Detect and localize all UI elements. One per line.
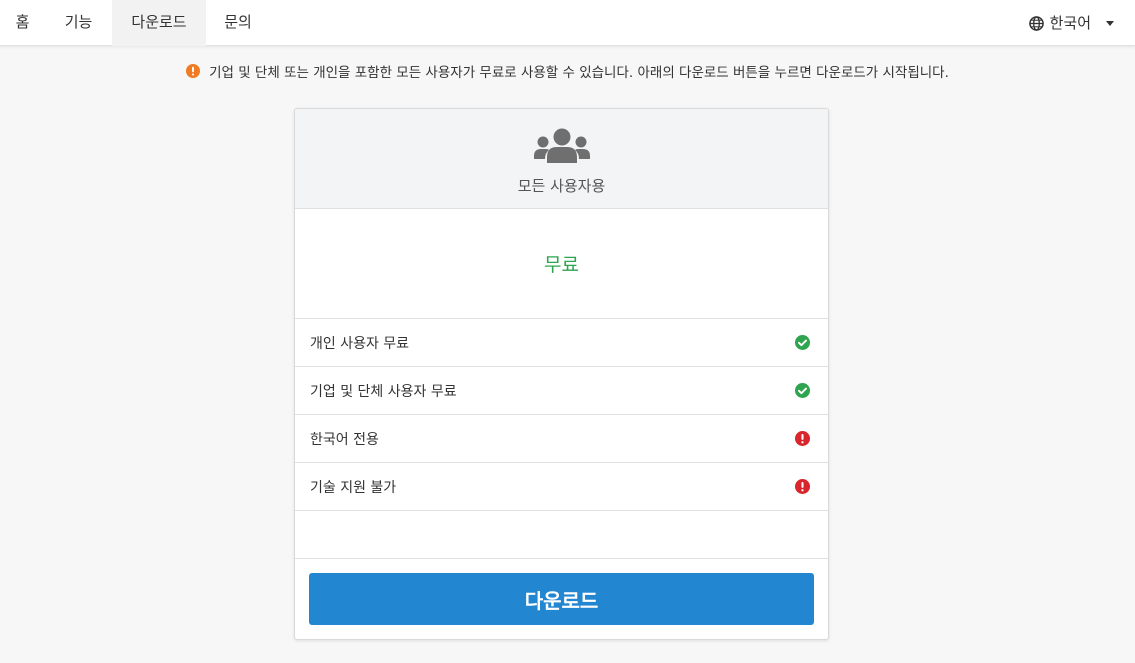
language-label: 한국어 xyxy=(1049,14,1091,32)
plan-title: 모든 사용자용 xyxy=(517,177,606,195)
feature-row: 한국어 전용 xyxy=(295,415,828,463)
exclamation-circle-icon xyxy=(186,64,201,78)
feature-row: 기술 지원 불가 xyxy=(295,463,828,511)
users-icon xyxy=(534,128,590,163)
feature-label: 기술 지원 불가 xyxy=(310,479,397,496)
feature-label: 개인 사용자 무료 xyxy=(310,335,410,352)
feature-label: 기업 및 단체 사용자 무료 xyxy=(310,383,457,400)
check-circle-icon xyxy=(795,335,810,350)
feature-row: 개인 사용자 무료 xyxy=(295,319,828,367)
exclamation-circle-icon xyxy=(795,431,810,446)
check-circle-icon xyxy=(795,383,810,398)
feature-row: 기업 및 단체 사용자 무료 xyxy=(295,367,828,415)
notice-text: 기업 및 단체 또는 개인을 포함한 모든 사용자가 무료로 사용할 수 있습니… xyxy=(209,65,949,81)
caret-down-icon xyxy=(1106,21,1114,26)
download-button[interactable]: 다운로드 xyxy=(309,573,814,625)
nav-item-home[interactable]: 홈 xyxy=(0,0,45,46)
nav-item-contact[interactable]: 문의 xyxy=(206,0,270,46)
language-selector[interactable]: 한국어 xyxy=(1028,0,1115,46)
nav-item-features[interactable]: 기능 xyxy=(45,0,112,46)
globe-icon xyxy=(1028,15,1044,31)
plan-card-header: 모든 사용자용 xyxy=(295,109,828,209)
empty-feature-row xyxy=(295,511,828,559)
plan-price: 무료 xyxy=(295,209,828,319)
top-navigation: 홈 기능 다운로드 문의 한국어 xyxy=(0,0,1135,46)
exclamation-circle-icon xyxy=(795,479,810,494)
feature-label: 한국어 전용 xyxy=(310,431,379,448)
nav-item-download[interactable]: 다운로드 xyxy=(112,0,206,46)
plan-card: 모든 사용자용 무료 개인 사용자 무료 기업 및 단체 사용자 무료 한국어 … xyxy=(294,108,829,640)
free-usage-notice: 기업 및 단체 또는 개인을 포함한 모든 사용자가 무료로 사용할 수 있습니… xyxy=(0,60,1135,82)
